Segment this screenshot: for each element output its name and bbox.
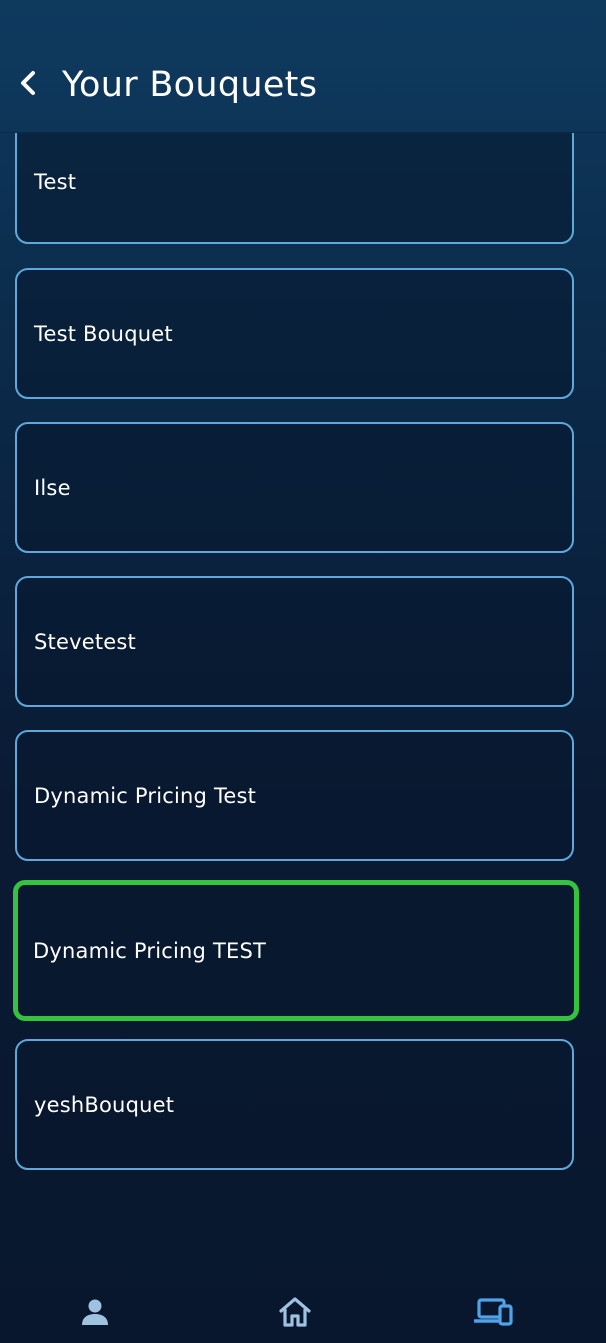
- bouquet-name: Test Bouquet: [34, 321, 173, 346]
- chevron-left-icon: [16, 68, 40, 102]
- bouquet-card[interactable]: Dynamic Pricing Test: [15, 730, 574, 861]
- person-icon: [80, 1297, 110, 1331]
- bouquet-name: yeshBouquet: [34, 1092, 175, 1117]
- bouquet-name: Dynamic Pricing TEST: [33, 938, 267, 963]
- nav-devices-button[interactable]: [469, 1292, 519, 1336]
- bouquet-name: Dynamic Pricing Test: [34, 783, 257, 808]
- back-button[interactable]: [8, 62, 48, 108]
- bouquet-name: Stevetest: [34, 629, 136, 654]
- bouquet-name: Test: [34, 170, 77, 194]
- home-icon: [278, 1296, 312, 1332]
- nav-home-button[interactable]: [270, 1292, 320, 1336]
- bouquet-card[interactable]: Test Bouquet: [15, 268, 574, 399]
- bouquet-card[interactable]: Stevetest: [15, 576, 574, 707]
- page-title: Your Bouquets: [62, 65, 318, 105]
- bottom-nav: [0, 1282, 606, 1343]
- bouquet-name: Ilse: [34, 475, 71, 500]
- app-header: Your Bouquets: [0, 0, 606, 133]
- devices-icon: [473, 1297, 514, 1331]
- bouquet-card-selected[interactable]: Dynamic Pricing TEST: [13, 880, 579, 1021]
- nav-profile-button[interactable]: [70, 1292, 120, 1336]
- bouquet-card[interactable]: Ilse: [15, 422, 574, 553]
- bouquet-card[interactable]: yeshBouquet: [15, 1039, 574, 1170]
- bouquet-list[interactable]: Test Test Bouquet Ilse Stevetest Dynamic…: [0, 0, 606, 1280]
